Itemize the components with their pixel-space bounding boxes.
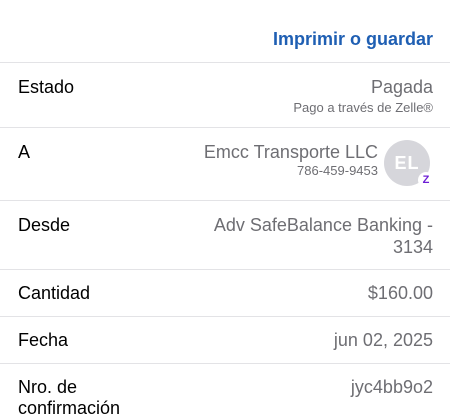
status-label: Estado <box>18 77 75 97</box>
date-value: jun 02, 2025 <box>333 330 433 350</box>
amount-value: $160.00 <box>367 283 433 303</box>
source-label: Desde <box>18 215 71 235</box>
confirmation-row: Nro. de confirmación jyc4bb9o2 <box>0 364 450 418</box>
recipient-label: A <box>18 142 31 162</box>
zelle-icon: Z <box>418 172 434 188</box>
confirmation-label-line1: Nro. de <box>18 377 78 397</box>
source-account-line1: Adv SafeBalance Banking - <box>213 215 433 235</box>
payment-method-text: Pago a través de Zelle® <box>293 100 433 115</box>
confirmation-number: jyc4bb9o2 <box>350 377 433 397</box>
source-account-line2: 3134 <box>392 237 433 257</box>
amount-row: Cantidad $160.00 <box>0 270 450 316</box>
status-value: Pagada <box>370 77 433 97</box>
print-or-save-button[interactable]: Imprimir o guardar <box>273 29 433 50</box>
recipient-name: Emcc Transporte LLC <box>203 142 378 162</box>
recipient-row[interactable]: A Emcc Transporte LLC 786-459-9453 <box>0 128 450 200</box>
recipient-phone: 786-459-9453 <box>297 163 378 178</box>
amount-label: Cantidad <box>18 283 91 303</box>
date-label: Fecha <box>18 330 69 350</box>
status-row: Estado Pagada Pago a través de Zelle® <box>0 63 450 127</box>
source-account-row: Desde Adv SafeBalance Banking - 3134 <box>0 201 450 269</box>
zelle-badge-glyph: Z <box>422 173 430 186</box>
date-row: Fecha jun 02, 2025 <box>0 317 450 363</box>
top-bar: Imprimir o guardar <box>0 0 450 62</box>
confirmation-label-line2: confirmación <box>18 398 121 418</box>
